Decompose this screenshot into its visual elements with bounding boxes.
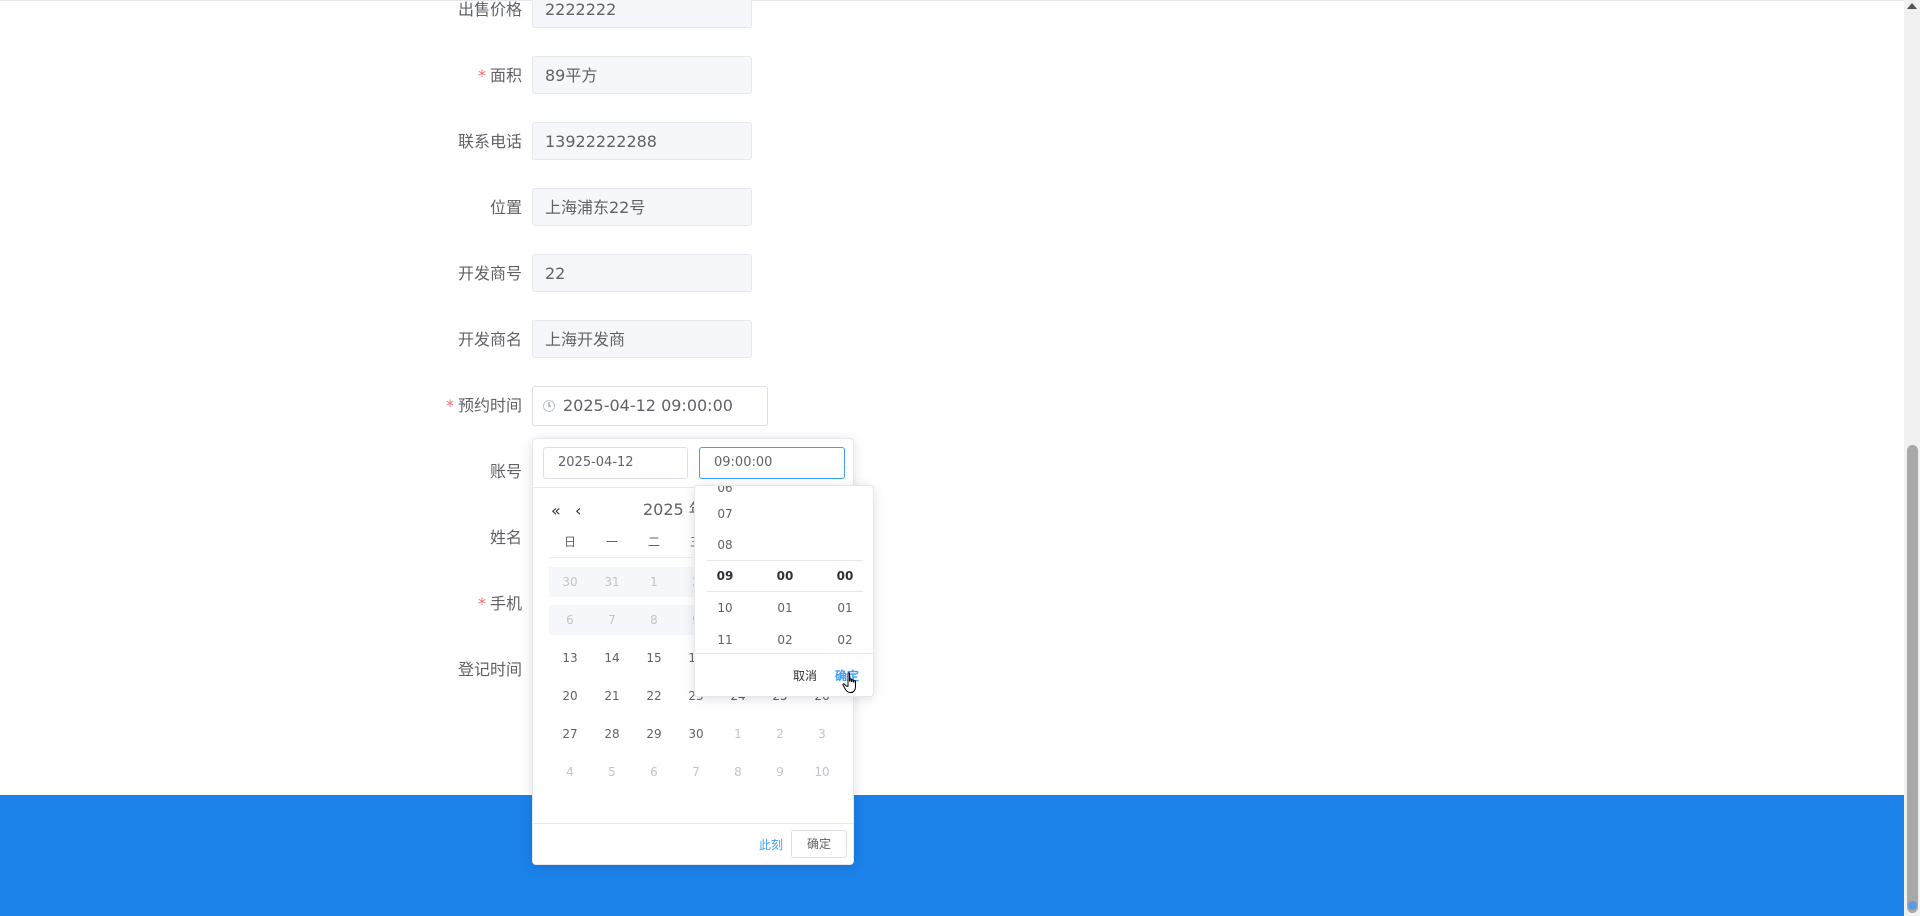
appointment-label: * 预约时间	[445, 396, 522, 415]
day-cell[interactable]: 14	[591, 639, 633, 677]
developer-id-input[interactable]: 22	[532, 254, 752, 292]
day-cell[interactable]: 4	[549, 753, 591, 791]
day-cell[interactable]: 21	[591, 677, 633, 715]
price-label: 出售价格	[457, 0, 522, 19]
developer-name-input[interactable]: 上海开发商	[532, 320, 752, 358]
minute-option-selected[interactable]: 00	[755, 560, 815, 592]
developer-name-label: 开发商名	[457, 330, 522, 349]
hand-cursor-icon	[842, 672, 856, 693]
top-divider	[0, 0, 1904, 1]
account-label: 账号	[489, 462, 522, 481]
hour-option-selected[interactable]: 09	[695, 560, 755, 592]
day-cell[interactable]: 5	[591, 753, 633, 791]
page-scrollbar[interactable]	[1904, 0, 1920, 916]
day-cell[interactable]: 1	[717, 715, 759, 753]
weekday-label: 一	[605, 535, 618, 549]
picker-footer: 此刻 确定	[533, 823, 853, 864]
mobile-label: * 手机	[477, 594, 522, 613]
contact-phone-label: 联系电话	[457, 132, 522, 151]
day-cell[interactable]: 15	[633, 639, 675, 677]
prev-month-icon[interactable]: ‹	[575, 501, 581, 521]
day-cell[interactable]: 20	[549, 677, 591, 715]
required-mark: *	[477, 594, 486, 613]
scroll-indicator-dot	[1908, 901, 1917, 910]
hour-option[interactable]: 07	[695, 498, 755, 530]
prev-year-icon[interactable]: «	[551, 501, 561, 521]
developer-id-label: 开发商号	[457, 264, 522, 283]
hour-option[interactable]: 10	[695, 592, 755, 624]
time-cancel-button[interactable]: 取消	[793, 667, 817, 684]
clock-icon	[543, 400, 555, 412]
contact-phone-input[interactable]: 13922222288	[532, 122, 752, 160]
picker-time-input[interactable]: 09:00:00	[699, 447, 845, 479]
day-cell[interactable]: 22	[633, 677, 675, 715]
day-cell[interactable]: 6	[633, 753, 675, 791]
register-time-label: 登记时间	[457, 660, 522, 679]
second-option[interactable]: 02	[815, 624, 873, 656]
day-cell: 31	[604, 575, 620, 589]
minute-spinner[interactable]: 00 01 02	[755, 486, 815, 656]
appointment-value: 2025-04-12 09:00:00	[563, 396, 733, 415]
day-cell[interactable]: 28	[591, 715, 633, 753]
day-cell: 1	[650, 575, 658, 589]
required-mark: *	[477, 66, 486, 85]
day-cell[interactable]: 29	[633, 715, 675, 753]
hour-option[interactable]: 11	[695, 624, 755, 656]
day-cell[interactable]: 10	[801, 753, 843, 791]
location-input[interactable]: 上海浦东22号	[532, 188, 752, 226]
weekday-label: 日	[563, 535, 576, 549]
day-cell[interactable]: 7	[675, 753, 717, 791]
hour-spinner[interactable]: 06 07 08 09 10 11	[695, 486, 755, 656]
picker-confirm-button[interactable]: 确定	[791, 830, 847, 858]
day-cell[interactable]: 2	[759, 715, 801, 753]
day-cell: 7	[608, 613, 616, 627]
second-option-selected[interactable]: 00	[815, 560, 873, 592]
price-input[interactable]: 2222222	[532, 0, 752, 28]
time-spinner-panel: 06 07 08 09 10 11 00 01 02 00 01 02 取消 确…	[694, 485, 874, 697]
day-cell: 6	[566, 613, 574, 627]
weekday-label: 二	[647, 535, 660, 549]
day-cell: 30	[562, 575, 578, 589]
day-cell: 8	[650, 613, 658, 627]
minute-option[interactable]: 02	[755, 624, 815, 656]
day-cell[interactable]: 13	[549, 639, 591, 677]
day-cell[interactable]: 3	[801, 715, 843, 753]
scroll-up-arrow-icon[interactable]	[1907, 3, 1917, 9]
area-input[interactable]: 89平方	[532, 56, 752, 94]
second-option[interactable]: 01	[815, 592, 873, 624]
second-spinner[interactable]: 00 01 02	[815, 486, 873, 656]
picker-date-input[interactable]: 2025-04-12	[543, 447, 688, 479]
area-label: * 面积	[477, 66, 522, 85]
hour-option[interactable]: 08	[695, 529, 755, 561]
location-label: 位置	[489, 198, 522, 217]
required-mark: *	[445, 396, 454, 415]
footer-band	[0, 795, 1904, 916]
name-label: 姓名	[489, 528, 522, 547]
day-cell[interactable]: 27	[549, 715, 591, 753]
now-button[interactable]: 此刻	[759, 836, 783, 853]
day-cell[interactable]: 30	[675, 715, 717, 753]
day-cell[interactable]: 9	[759, 753, 801, 791]
minute-option[interactable]: 01	[755, 592, 815, 624]
picker-header: 2025-04-12 09:00:00	[533, 439, 853, 488]
scrollbar-thumb[interactable]	[1907, 445, 1918, 913]
day-cell[interactable]: 8	[717, 753, 759, 791]
appointment-datetime-input[interactable]: 2025-04-12 09:00:00	[532, 386, 768, 426]
